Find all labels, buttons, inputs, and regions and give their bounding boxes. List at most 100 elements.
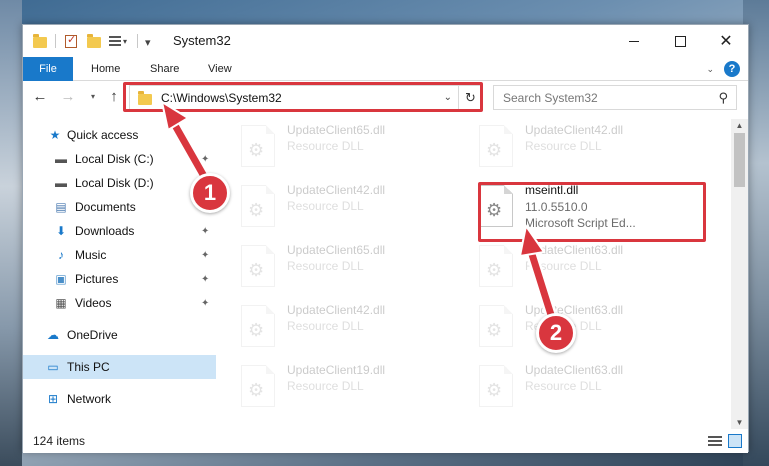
- file-tile-mseintl[interactable]: ⚙ mseintl.dll 11.0.5510.0 Microsoft Scri…: [469, 179, 691, 233]
- tab-view[interactable]: View: [208, 57, 232, 81]
- file-tile[interactable]: ⚙ UpdateClient65.dll Resource DLL: [231, 119, 453, 173]
- pin-icon[interactable]: ✦: [201, 274, 209, 285]
- maximize-button[interactable]: [657, 25, 703, 57]
- step-2-badge: 2: [536, 313, 576, 353]
- file-tile[interactable]: ⚙ UpdateClient42.dll Resource DLL: [231, 299, 453, 353]
- up-arrow-icon[interactable]: ↑: [105, 88, 123, 105]
- recent-locations-dropdown-icon[interactable]: ▾: [91, 92, 95, 101]
- sidebar-item-label: This PC: [67, 360, 110, 374]
- scroll-down-icon[interactable]: ▼: [731, 418, 748, 427]
- address-dropdown-icon[interactable]: ⌄: [444, 92, 452, 103]
- dll-file-icon: ⚙: [479, 305, 513, 347]
- star-icon: ★: [49, 128, 61, 142]
- title-bar: ▾ ▾ System32 ✕: [23, 25, 748, 57]
- minimize-button[interactable]: [611, 25, 657, 57]
- item-count: 124 items: [33, 434, 86, 448]
- address-path: C:\Windows\System32: [161, 91, 282, 105]
- quick-access-dropdown-icon[interactable]: ▾: [123, 37, 127, 46]
- search-icon[interactable]: ⚲: [718, 90, 728, 106]
- expand-ribbon-icon[interactable]: ⌄: [706, 64, 714, 75]
- tab-share[interactable]: Share: [150, 57, 179, 81]
- file-name: UpdateClient65.dll: [287, 123, 386, 137]
- file-list: ⚙ UpdateClient65.dll Resource DLL ⚙ Upda…: [231, 119, 729, 429]
- dll-file-icon: ⚙: [241, 365, 275, 407]
- navigation-bar: ← → ▾ ↑ C:\Windows\System32 ⌄ ↻ Search S…: [23, 81, 748, 115]
- file-tile[interactable]: ⚙ UpdateClient65.dll Resource DLL: [231, 239, 453, 293]
- dll-file-icon: ⚙: [479, 365, 513, 407]
- step-1-badge: 1: [190, 173, 230, 213]
- vertical-scrollbar[interactable]: ▲ ▼: [731, 119, 748, 429]
- search-input[interactable]: Search System32 ⚲: [493, 85, 737, 110]
- sidebar-item-label: Local Disk (C:): [75, 152, 154, 166]
- drive-icon: ▬: [55, 176, 67, 190]
- file-tile[interactable]: ⚙ UpdateClient42.dll Resource DLL: [231, 179, 453, 233]
- sidebar-item-videos[interactable]: ▦ Videos ✦: [23, 291, 216, 315]
- video-icon: ▦: [55, 296, 67, 310]
- separator: [55, 34, 56, 48]
- close-button[interactable]: ✕: [703, 25, 749, 57]
- file-description: Resource DLL: [287, 259, 364, 273]
- sidebar-item-downloads[interactable]: ⬇ Downloads ✦: [23, 219, 216, 243]
- scrollbar-thumb[interactable]: [734, 133, 745, 187]
- file-version: 11.0.5510.0: [525, 200, 588, 214]
- sidebar-item-documents[interactable]: ▤ Documents ✦: [23, 195, 216, 219]
- pin-icon[interactable]: ✦: [201, 250, 209, 261]
- sidebar-item-label: Local Disk (D:): [75, 176, 154, 190]
- file-description: Resource DLL: [525, 139, 602, 153]
- file-tile[interactable]: ⚙ UpdateClient42.dll Resource DLL: [469, 119, 691, 173]
- pin-icon[interactable]: ✦: [201, 226, 209, 237]
- sidebar-item-local-disk-d[interactable]: ▬ Local Disk (D:) ✦: [23, 171, 216, 195]
- sidebar-item-onedrive[interactable]: ☁ OneDrive: [23, 323, 216, 347]
- file-name: UpdateClient42.dll: [525, 123, 624, 137]
- refresh-icon[interactable]: ↻: [458, 86, 482, 109]
- drive-icon: ▬: [55, 152, 67, 166]
- file-tile[interactable]: ⚙ UpdateClient63.dll Resource DLL: [469, 359, 691, 413]
- tiles-view-icon[interactable]: [728, 434, 742, 448]
- properties-check-icon[interactable]: [65, 33, 77, 48]
- search-placeholder: Search System32: [503, 91, 598, 105]
- file-tile[interactable]: ⚙ UpdateClient63.dll Resource DLL: [469, 299, 691, 353]
- sidebar-item-label: Network: [67, 392, 112, 406]
- dll-file-icon: ⚙: [479, 125, 513, 167]
- sidebar-item-pictures[interactable]: ▣ Pictures ✦: [23, 267, 216, 291]
- sidebar-item-music[interactable]: ♪ Music ✦: [23, 243, 216, 267]
- file-name: UpdateClient63.dll: [525, 303, 624, 317]
- file-description: Resource DLL: [287, 139, 364, 153]
- forward-arrow-icon[interactable]: →: [59, 88, 77, 105]
- dll-file-icon: ⚙: [479, 245, 513, 287]
- pin-icon[interactable]: ✦: [201, 298, 209, 309]
- sidebar-item-local-disk-c[interactable]: ▬ Local Disk (C:) ✦: [23, 147, 216, 171]
- picture-icon: ▣: [55, 272, 67, 286]
- sidebar-item-label: OneDrive: [67, 328, 118, 342]
- address-bar[interactable]: C:\Windows\System32 ⌄ ↻: [129, 85, 483, 110]
- back-arrow-icon[interactable]: ←: [31, 88, 49, 105]
- customize-icon[interactable]: [109, 34, 121, 46]
- file-description: Resource DLL: [287, 319, 364, 333]
- sidebar-item-network[interactable]: ⊞ Network: [23, 387, 216, 411]
- sidebar-item-this-pc[interactable]: ▭ This PC: [23, 355, 216, 379]
- tab-home[interactable]: Home: [91, 57, 120, 81]
- file-tile[interactable]: ⚙ UpdateClient63.dll Resource DLL: [469, 239, 691, 293]
- sidebar-item-label: Quick access: [67, 128, 139, 142]
- tab-file[interactable]: File: [23, 57, 73, 81]
- separator: [137, 34, 138, 48]
- sidebar-item-label: Pictures: [75, 272, 119, 286]
- file-name: UpdateClient42.dll: [287, 303, 386, 317]
- help-icon[interactable]: ?: [724, 61, 740, 77]
- title-dropdown-icon[interactable]: ▾: [145, 36, 151, 49]
- document-icon: ▤: [55, 200, 67, 214]
- details-view-icon[interactable]: [708, 435, 722, 447]
- file-description: Microsoft Script Ed...: [525, 216, 636, 230]
- sidebar-item-label: Music: [75, 248, 107, 262]
- file-description: Resource DLL: [525, 259, 602, 273]
- pin-icon[interactable]: ✦: [201, 154, 209, 165]
- navigation-pane: ★ Quick access ▬ Local Disk (C:) ✦ ▬ Loc…: [23, 119, 216, 429]
- file-explorer-window: ▾ ▾ System32 ✕ File Home Share View ⌄ ? …: [22, 24, 749, 453]
- file-tile[interactable]: ⚙ UpdateClient19.dll Resource DLL: [231, 359, 453, 413]
- sidebar-item-label: Downloads: [75, 224, 135, 238]
- file-name: mseintl.dll: [525, 183, 579, 197]
- dll-file-icon: ⚙: [241, 185, 275, 227]
- desktop-background-left: [0, 0, 22, 466]
- scroll-up-icon[interactable]: ▲: [731, 121, 748, 130]
- sidebar-item-quick-access[interactable]: ★ Quick access: [23, 123, 216, 147]
